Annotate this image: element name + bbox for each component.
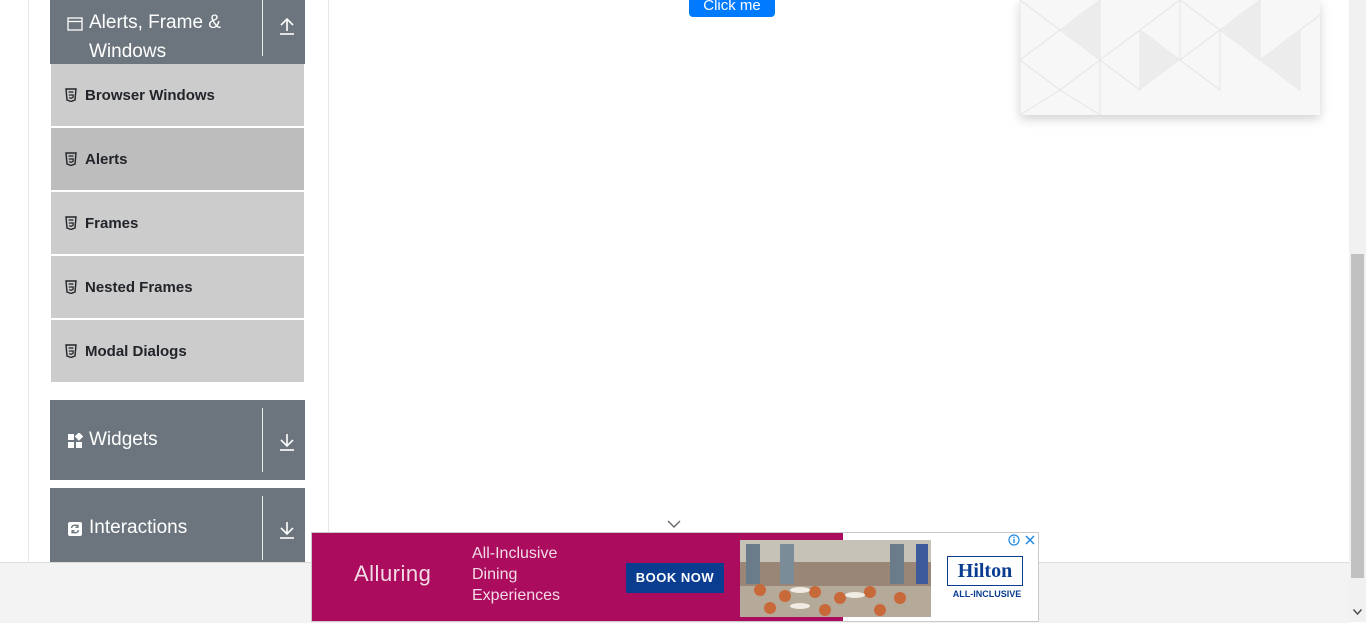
book-now-button[interactable]: BOOK NOW — [626, 563, 724, 593]
vertical-scrollbar[interactable] — [1349, 0, 1366, 622]
chevron-down-icon[interactable] — [666, 519, 682, 529]
advertisement-banner[interactable]: Alluring All-Inclusive Dining Experience… — [311, 532, 1039, 622]
html5-icon — [65, 88, 77, 102]
ad-copy: All-Inclusive Dining Experiences — [472, 543, 612, 606]
sidebar-item-browser-windows[interactable]: Browser Windows — [51, 64, 304, 126]
sidebar-item-modal-dialogs[interactable]: Modal Dialogs — [51, 320, 304, 382]
scroll-down-arrow-icon[interactable] — [1352, 607, 1363, 617]
group-title: Interactions — [89, 517, 188, 538]
side-banner-image[interactable] — [1020, 0, 1320, 115]
restaurant-photo-graphic — [740, 540, 931, 617]
ad-copy-line-1: All-Inclusive — [472, 545, 558, 562]
group-header-separator — [262, 408, 263, 472]
click-me-button[interactable]: Click me — [689, 0, 775, 17]
html5-icon — [65, 280, 77, 294]
group-title-line-1: Alerts, Frame & — [89, 12, 221, 33]
sidebar-item-label: Nested Frames — [85, 278, 193, 296]
group-header-separator — [262, 0, 263, 56]
hilton-logo-subtitle: ALL-INCLUSIVE — [952, 589, 1022, 599]
sidebar-item-nested-frames[interactable]: Nested Frames — [51, 256, 304, 318]
group-header-separator — [262, 496, 263, 560]
sidebar-divider — [328, 0, 329, 562]
arrow-down-icon[interactable] — [278, 432, 296, 452]
sidebar-item-label: Frames — [85, 214, 139, 232]
sidebar-item-frames[interactable]: Frames — [51, 192, 304, 254]
html5-icon — [65, 152, 77, 166]
ad-restaurant-photo[interactable] — [740, 540, 931, 617]
arrow-up-icon[interactable] — [278, 16, 296, 36]
html5-icon — [65, 216, 77, 230]
sidebar-item-label: Browser Windows — [85, 86, 215, 104]
widgets-grid-icon — [68, 433, 83, 448]
scrollbar-thumb[interactable] — [1351, 254, 1364, 578]
ad-info-icon[interactable] — [1008, 534, 1020, 546]
arrow-down-icon[interactable] — [278, 520, 296, 540]
ad-brand-text: Alluring — [354, 561, 432, 586]
page-left-border — [28, 0, 29, 562]
ad-close-icon[interactable] — [1024, 534, 1036, 546]
group-header-widgets[interactable]: Widgets — [50, 400, 305, 480]
triangle-pattern-graphic — [1020, 0, 1320, 115]
hilton-logo: Hilton — [947, 556, 1023, 586]
ad-copy-line-2: Dining — [472, 566, 518, 583]
group-title-line-2: Windows — [89, 41, 167, 62]
sidebar-item-alerts[interactable]: Alerts — [51, 128, 304, 190]
window-icon — [67, 17, 83, 31]
ad-copy-line-3: Experiences — [472, 587, 561, 604]
group-title: Widgets — [89, 429, 158, 450]
group-header-interactions[interactable]: Interactions — [50, 488, 305, 562]
group-header-alerts-frame-windows[interactable]: Alerts, Frame & Windows — [50, 0, 305, 64]
sidebar-item-label: Alerts — [85, 150, 128, 168]
sidebar-item-label: Modal Dialogs — [85, 342, 187, 360]
html5-icon — [65, 344, 77, 358]
sidebar-menu-list: Browser Windows Alerts Frames Nested Fra… — [50, 64, 305, 384]
interactions-icon — [68, 522, 82, 536]
